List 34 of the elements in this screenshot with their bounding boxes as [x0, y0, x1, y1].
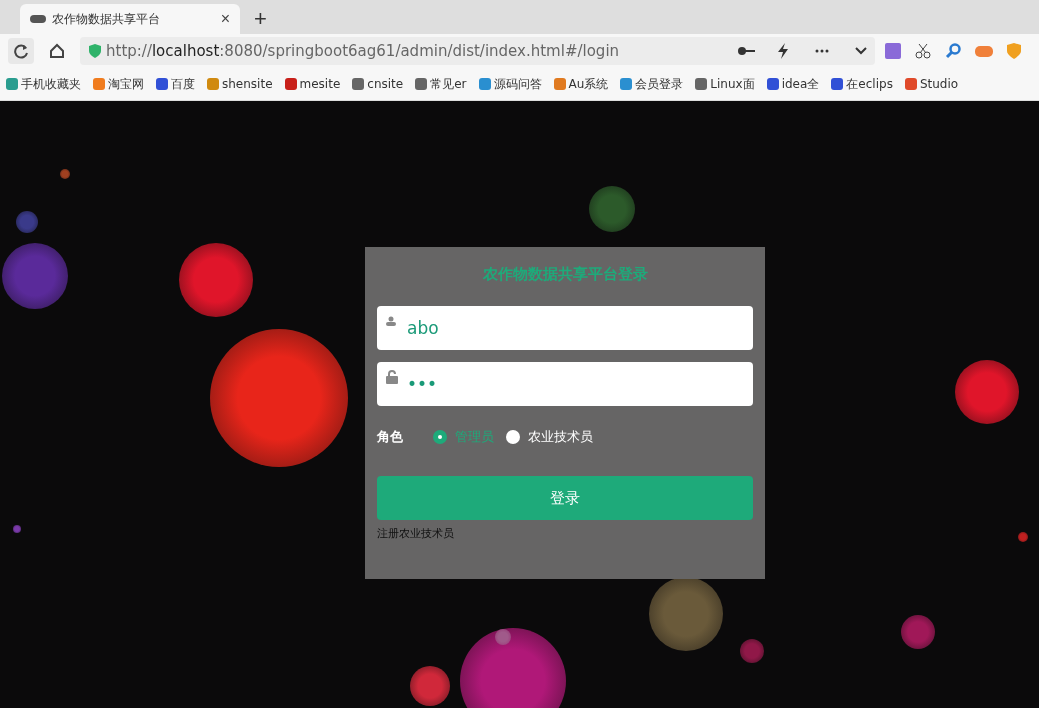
bookmark-link[interactable]: Studio	[904, 77, 959, 91]
bookmark-link[interactable]: 源码问答	[478, 75, 542, 93]
bookmark-link[interactable]: Au系统	[553, 75, 609, 93]
password-field[interactable]: •••	[377, 362, 753, 406]
role-radio[interactable]: 农业技术员	[506, 428, 593, 446]
new-tab-button[interactable]: +	[248, 4, 273, 34]
bookmark-link[interactable]: 百度	[156, 75, 195, 93]
login-title: 农作物数据共享平台登录	[482, 265, 648, 284]
close-tab-button[interactable]: ×	[220, 10, 230, 28]
browser-tab[interactable]: 农作物数据共享平台 ×	[20, 4, 240, 34]
search-icon[interactable]	[945, 43, 961, 59]
chevron-down-icon[interactable]	[855, 47, 867, 55]
shield-icon	[88, 44, 102, 58]
url-text: http://localhost:8080/springboot6ag61/admin/dist/index.html#/login	[106, 42, 621, 60]
bookmark-link[interactable]: mesite	[284, 77, 341, 91]
more-icon[interactable]	[815, 49, 829, 53]
bookmark-link[interactable]: 手机收藏夹	[6, 75, 81, 93]
lightning-icon[interactable]	[777, 43, 789, 59]
bookmark-link[interactable]: shensite	[207, 77, 273, 91]
home-icon	[49, 43, 65, 59]
key-icon[interactable]	[737, 46, 755, 56]
bookmark-link[interactable]: 在eclips	[831, 75, 893, 93]
reload-button[interactable]	[8, 38, 34, 64]
bookmark-link[interactable]: 会员登录	[620, 75, 684, 93]
bookmark-link[interactable]: 常见er	[415, 75, 467, 93]
reload-icon	[13, 43, 29, 59]
address-bar[interactable]: http://localhost:8080/springboot6ag61/admin/dist/index.html#/login	[80, 37, 875, 65]
bookmark-link[interactable]: Linux面	[695, 75, 755, 93]
bookmark-link[interactable]: 淘宝网	[93, 75, 144, 93]
bookmark-link[interactable]: cnsite	[352, 77, 404, 91]
bookmark-link[interactable]: idea全	[766, 75, 820, 93]
role-label: 角色	[377, 428, 404, 446]
username-field[interactable]: abo	[377, 306, 753, 350]
scissors-icon[interactable]	[915, 43, 931, 59]
